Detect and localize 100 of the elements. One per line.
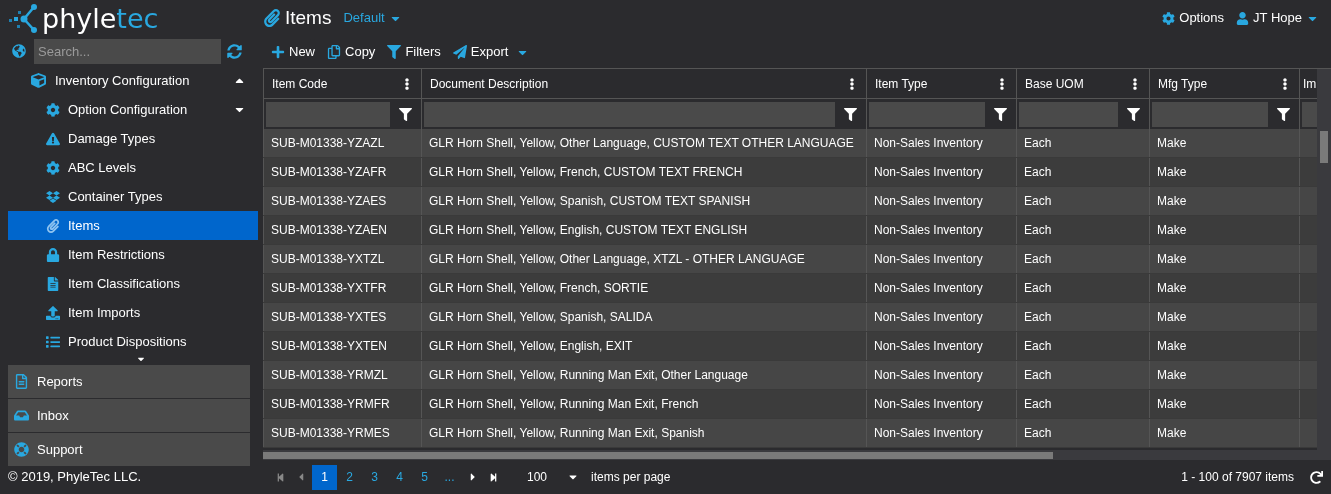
nav-item[interactable]: Item Imports <box>8 298 258 327</box>
inbox-icon <box>14 408 29 423</box>
toolbar-button[interactable]: Export <box>452 42 509 62</box>
table-cell: Make <box>1149 332 1299 360</box>
table-cell: Non-Sales Inventory <box>866 187 1016 215</box>
paperclip-icon <box>46 218 60 233</box>
table-cell: SUB-M01338-YXTES <box>263 303 421 331</box>
table-cell: Each <box>1016 303 1149 331</box>
nav-item[interactable]: Item Classifications <box>8 269 258 298</box>
filter-icon[interactable] <box>399 107 412 121</box>
filter-icon[interactable] <box>844 107 857 121</box>
boxes-icon <box>46 189 60 204</box>
list-icon <box>46 334 60 349</box>
cube-icon <box>31 73 46 88</box>
nav-item[interactable]: Items <box>8 211 258 240</box>
table-cell: Non-Sales Inventory <box>866 361 1016 389</box>
page-button[interactable]: 4 <box>387 464 412 490</box>
table-cell: SUB-M01338-YZAFR <box>263 158 421 186</box>
last-page-icon[interactable] <box>489 472 498 482</box>
column-header[interactable]: Base UOM <box>1016 69 1149 98</box>
table-cell: Make <box>1149 361 1299 389</box>
first-page-icon[interactable] <box>276 472 285 482</box>
table-cell: Each <box>1016 361 1149 389</box>
filter-field[interactable] <box>1019 101 1118 127</box>
document-icon <box>46 276 60 291</box>
view-dropdown[interactable]: Default <box>343 8 402 28</box>
page-size-dropdown[interactable]: 100 <box>523 468 580 486</box>
toolbar-button[interactable]: New <box>271 42 315 62</box>
table-cell: SUB-M01338-YRMZL <box>263 361 421 389</box>
globe-icon[interactable] <box>12 44 26 58</box>
nav-item[interactable]: Item Restrictions <box>8 240 258 269</box>
table-cell: Each <box>1016 158 1149 186</box>
filter-icon[interactable] <box>994 107 1007 121</box>
table-cell: GLR Horn Shell, Yellow, English, CUSTOM TEXT ENGLISH <box>421 216 866 244</box>
table-cell: Make <box>1149 390 1299 418</box>
table-cell: Non-Sales Inventory <box>866 245 1016 273</box>
filter-field[interactable] <box>424 101 835 127</box>
table-cell: Make <box>1149 303 1299 331</box>
column-header[interactable]: Item Code <box>263 69 421 98</box>
toolbar-button[interactable]: Copy <box>327 42 376 62</box>
table-cell: Make <box>1149 129 1299 157</box>
table-cell: SUB-M01338-YZAEN <box>263 216 421 244</box>
table-cell: SUB-M01338-YXTFR <box>263 274 421 302</box>
filter-icon[interactable] <box>1277 107 1290 121</box>
section-button[interactable]: Reports <box>8 365 250 398</box>
table-cell: Non-Sales Inventory <box>866 216 1016 244</box>
table-cell: GLR Horn Shell, Yellow, French, CUSTOM TEXT FRENCH <box>421 158 866 186</box>
section-button[interactable]: Support <box>8 433 250 466</box>
table-cell: GLR Horn Shell, Yellow, Running Man Exit, French <box>421 390 866 418</box>
filter-field[interactable] <box>266 101 390 127</box>
filter-field[interactable] <box>869 101 985 127</box>
table-cell: Make <box>1149 158 1299 186</box>
table-cell: Make <box>1149 419 1299 447</box>
table-cell: Non-Sales Inventory <box>866 274 1016 302</box>
refresh-icon[interactable] <box>1310 470 1323 484</box>
nav-item[interactable]: Option Configuration <box>8 95 258 124</box>
column-header[interactable]: Mfg Type <box>1149 69 1299 98</box>
table-cell: SUB-M01338-YZAZL <box>263 129 421 157</box>
page-button[interactable]: 2 <box>337 464 362 490</box>
nav-item[interactable]: Container Types <box>8 182 258 211</box>
nav-item[interactable]: Product Dispositions <box>8 327 258 356</box>
options-link[interactable]: Options <box>1162 8 1225 28</box>
filter-field[interactable] <box>1152 101 1268 127</box>
page-button[interactable]: 1 <box>312 464 337 490</box>
column-header[interactable]: Item Type <box>866 69 1016 98</box>
upload-icon <box>46 305 60 320</box>
table-cell: GLR Horn Shell, Yellow, Spanish, CUSTOM TEXT SPANISH <box>421 187 866 215</box>
table-cell: Make <box>1149 187 1299 215</box>
document-icon <box>14 374 29 389</box>
section-button[interactable]: Inbox <box>8 399 250 432</box>
brand-name: phyletec <box>42 4 159 32</box>
toolbar-button[interactable]: Filters <box>387 42 441 62</box>
table-cell: Each <box>1016 419 1149 447</box>
nav-item[interactable]: Inventory Configuration <box>0 66 258 95</box>
nav-item[interactable]: ABC Levels <box>8 153 258 182</box>
table-cell: Each <box>1016 245 1149 273</box>
per-page-label: items per page <box>591 469 671 486</box>
column-header[interactable]: Document Description <box>421 69 866 98</box>
table-cell: Make <box>1149 274 1299 302</box>
table-cell: GLR Horn Shell, Yellow, Other Language, XTZL - OTHER LANGUAGE <box>421 245 866 273</box>
table-cell: Each <box>1016 129 1149 157</box>
nav-item[interactable]: Damage Types <box>8 124 258 153</box>
table-cell: Make <box>1149 245 1299 273</box>
page-button[interactable]: ... <box>437 464 462 490</box>
page-button[interactable]: 5 <box>412 464 437 490</box>
filter-icon[interactable] <box>1127 107 1140 121</box>
table-cell: GLR Horn Shell, Yellow, Running Man Exit, Spanish <box>421 419 866 447</box>
table-cell: Non-Sales Inventory <box>866 332 1016 360</box>
table-cell: SUB-M01338-YXTZL <box>263 245 421 273</box>
filter-field[interactable] <box>1302 101 1317 127</box>
scrollbar-thumb[interactable] <box>1320 131 1328 163</box>
gear-icon <box>46 102 60 117</box>
search-field[interactable]: Search... <box>34 38 221 64</box>
scrollbar-thumb[interactable] <box>263 451 1053 459</box>
user-menu[interactable]: JT Hope <box>1236 8 1319 28</box>
table-cell: GLR Horn Shell, Yellow, Other Language, CUSTOM TEXT OTHER LANGUAGE <box>421 129 866 157</box>
page-button[interactable]: 3 <box>362 464 387 490</box>
page-title: Items <box>285 5 332 30</box>
table-cell: Each <box>1016 390 1149 418</box>
paperclip-icon <box>263 9 281 27</box>
